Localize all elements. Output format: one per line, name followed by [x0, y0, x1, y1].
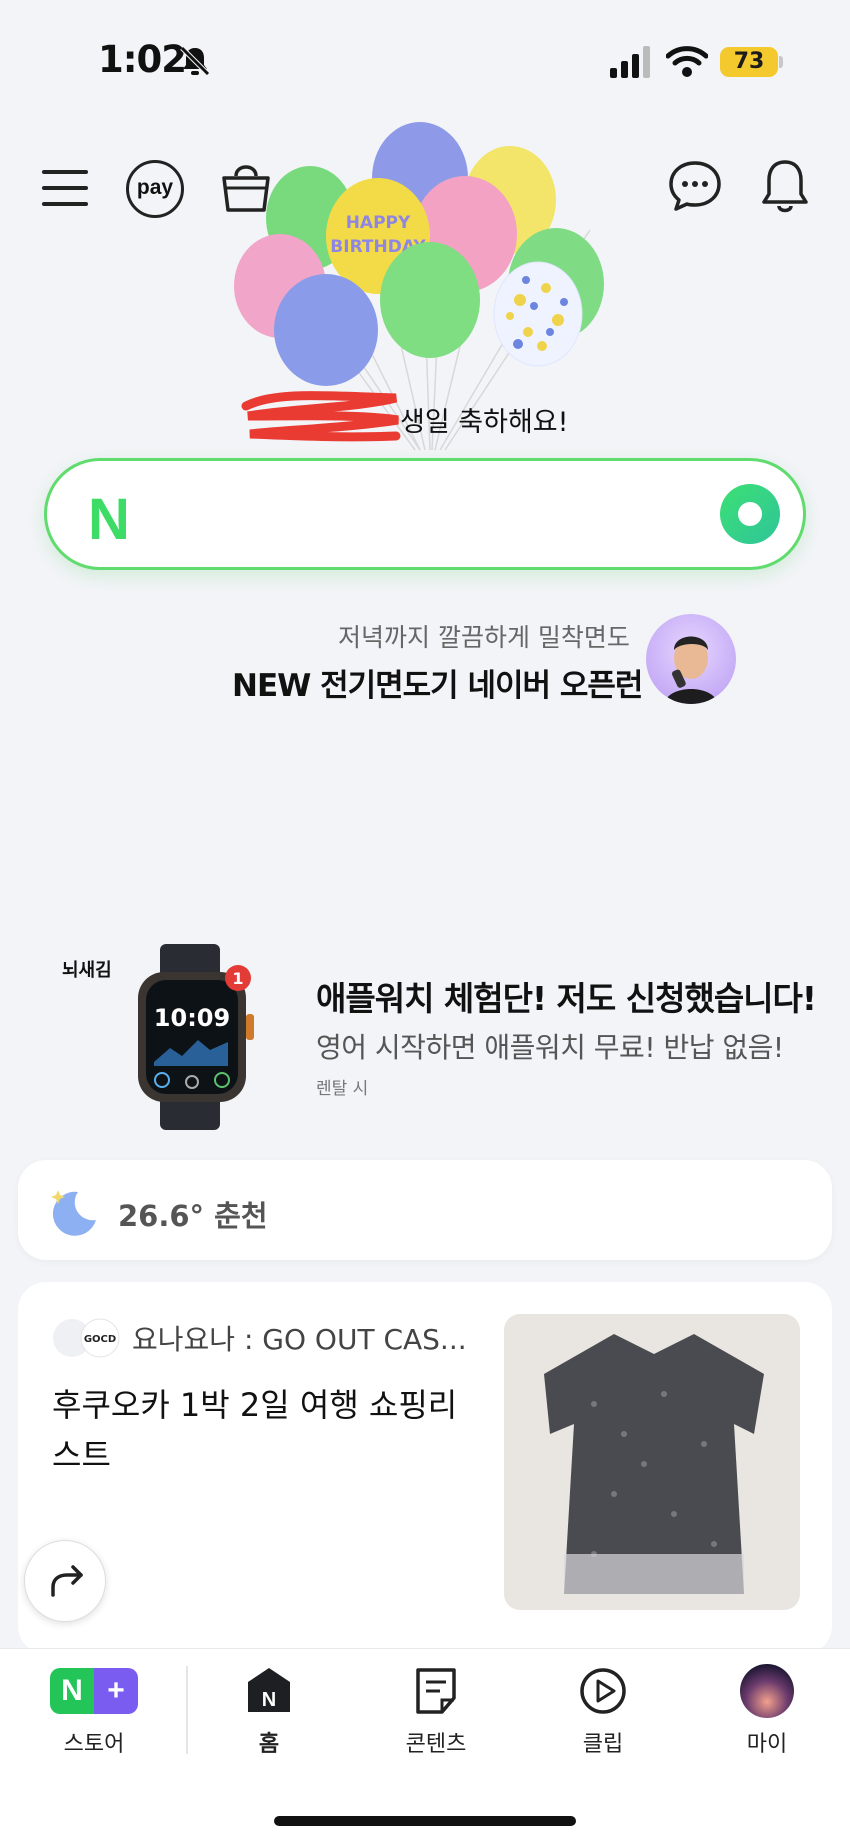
promo-subtitle[interactable]: 저녁까지 깔끔하게 밀착면도: [338, 618, 630, 654]
svg-text:GOCD: GOCD: [84, 1334, 116, 1345]
status-time: 1:02: [98, 38, 187, 81]
home-tab-icon[interactable]: N: [246, 1666, 292, 1716]
content-tab-icon[interactable]: [412, 1666, 460, 1716]
home-indicator[interactable]: [274, 1816, 576, 1826]
promo-title[interactable]: NEW 전기면도기 네이버 오픈런: [232, 660, 643, 705]
wifi-icon: [666, 46, 708, 77]
ad-note: 렌탈 시: [316, 1079, 369, 1099]
ad-description[interactable]: 영어 시작하면 애플워치 무료! 반납 없음!: [316, 1026, 784, 1066]
svg-text:1: 1: [232, 969, 243, 988]
tab-clip-label[interactable]: 클립: [528, 1726, 678, 1758]
tab-content-label[interactable]: 콘텐츠: [361, 1726, 511, 1758]
my-profile-avatar[interactable]: [740, 1664, 794, 1718]
nav-divider: [186, 1666, 188, 1754]
cellular-signal-icon: [610, 46, 650, 78]
redacted-name-scribble: [241, 391, 401, 442]
birthday-message: 생일 축하해요!: [400, 407, 569, 438]
store-tab-icon[interactable]: N +: [50, 1668, 138, 1714]
moon-icon: [51, 1190, 96, 1236]
battery-indicator: 73: [720, 47, 778, 77]
notification-bell-icon[interactable]: [760, 158, 810, 214]
apple-watch-image[interactable]: 10:09 1: [130, 944, 260, 1130]
clip-tab-icon[interactable]: [578, 1666, 628, 1716]
naver-logo: N: [88, 487, 130, 552]
ad-title[interactable]: 애플워치 체험단! 저도 신청했습니다!: [316, 972, 817, 1020]
bell-off-icon: [180, 46, 210, 76]
search-bar[interactable]: [44, 458, 806, 570]
tab-my-label[interactable]: 마이: [692, 1726, 842, 1758]
feed-source[interactable]: 요나요나 : GO OUT CAS...: [132, 1318, 467, 1358]
battery-tip: [779, 56, 783, 68]
promo-model-avatar[interactable]: [646, 614, 736, 704]
svg-text:HAPPY: HAPPY: [346, 213, 411, 233]
ad-brand-logo: 뇌새김: [62, 960, 112, 981]
tab-store-label[interactable]: 스토어: [19, 1726, 169, 1758]
share-button[interactable]: [24, 1540, 106, 1622]
menu-icon[interactable]: [42, 168, 88, 208]
svg-text:10:09: 10:09: [154, 1004, 230, 1032]
feed-thumbnail-shirt-image[interactable]: [504, 1314, 800, 1610]
green-dot-search-icon[interactable]: [720, 484, 780, 544]
weather-temperature-location: 26.6° 춘천: [118, 1199, 268, 1233]
tab-home-label[interactable]: 홈: [194, 1726, 344, 1758]
chat-icon[interactable]: [668, 160, 722, 212]
feed-title[interactable]: 후쿠오카 1박 2일 여행 쇼핑리스트: [52, 1380, 482, 1480]
pay-button[interactable]: pay: [126, 160, 184, 218]
source-avatars: GOCD: [53, 1318, 120, 1358]
svg-text:N: N: [262, 1689, 276, 1711]
